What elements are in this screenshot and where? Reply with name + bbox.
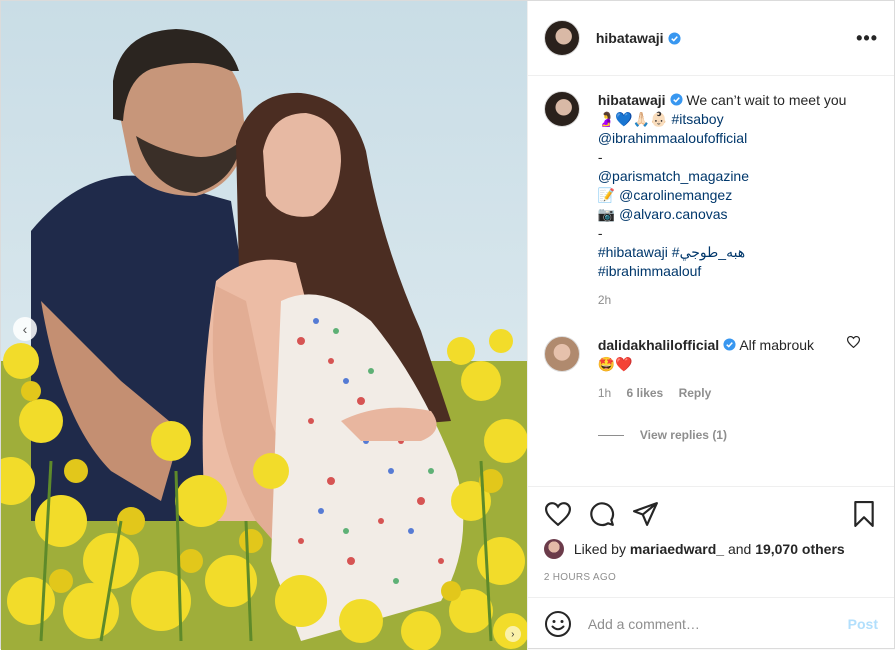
caption-username[interactable]: hibatawaji xyxy=(598,92,666,108)
comment-likes[interactable]: 6 likes xyxy=(627,386,664,400)
likes-and: and xyxy=(727,541,752,557)
chevron-right-icon: › xyxy=(511,628,515,640)
post-comment-button[interactable]: Post xyxy=(848,616,878,632)
bookmark-icon[interactable] xyxy=(850,500,878,528)
comment-meta: 1h 6 likes Reply xyxy=(598,384,858,403)
caption-divider: - xyxy=(597,225,603,241)
post-sidebar: hibatawaji ••• hibatawaji We can’t wait … xyxy=(526,1,894,650)
actions-area: Liked by mariaedward_ and 19,070 others … xyxy=(527,486,894,583)
add-comment-bar: Post xyxy=(527,597,894,650)
header-username[interactable]: hibatawaji xyxy=(596,30,664,46)
post-image[interactable]: ‹ › xyxy=(1,1,527,650)
post-header: hibatawaji ••• xyxy=(527,1,894,76)
caption-text: hibatawaji We can’t wait to meet you 🤰💙🙏… xyxy=(598,91,858,310)
memo-emoji: 📝 xyxy=(597,187,616,203)
carousel-prev-button[interactable]: ‹ xyxy=(13,317,37,341)
reply-button[interactable]: Reply xyxy=(679,386,712,400)
instagram-post: ‹ › hibatawaji ••• hibatawaji We can’t w… xyxy=(0,0,895,650)
share-paper-plane-icon[interactable] xyxy=(632,500,660,528)
comment-bubble-icon[interactable] xyxy=(588,500,616,528)
comment-time[interactable]: 1h xyxy=(598,386,611,400)
comment-like-heart-icon[interactable] xyxy=(846,335,861,351)
comment-text: dalidakhalilofficial Alf mabrouk 🤩❤️ 1h … xyxy=(598,336,858,403)
emoji-smiley-icon[interactable] xyxy=(544,610,572,638)
divider xyxy=(597,434,624,436)
likes-summary: Liked by mariaedward_ and 19,070 others xyxy=(543,539,878,559)
caption-divider: - xyxy=(597,149,603,165)
chevron-left-icon: ‹ xyxy=(22,321,28,337)
mention-link[interactable]: @carolinemangez xyxy=(619,187,732,203)
like-heart-icon[interactable] xyxy=(544,500,572,528)
avatar[interactable] xyxy=(543,91,580,127)
caption-time[interactable]: 2h xyxy=(598,293,611,307)
caption: hibatawaji We can’t wait to meet you 🤰💙🙏… xyxy=(543,91,878,310)
hashtag-link[interactable]: #hibatawaji xyxy=(598,244,668,260)
comments-section: hibatawaji We can’t wait to meet you 🤰💙🙏… xyxy=(543,91,878,481)
verified-badge-icon xyxy=(723,338,736,351)
mention-link[interactable]: @ibrahimmaaloufofficial xyxy=(598,129,858,148)
caption-meta: 2h xyxy=(598,291,858,310)
verified-badge-icon xyxy=(669,93,683,106)
mention-link[interactable]: @parismatch_magazine xyxy=(598,167,858,186)
view-replies-button[interactable]: View replies (1) xyxy=(597,428,878,442)
view-replies-label: View replies (1) xyxy=(639,428,727,442)
mention-link[interactable]: @alvaro.canovas xyxy=(619,206,727,222)
likes-others-count[interactable]: 19,070 others xyxy=(755,541,845,557)
comment-input[interactable] xyxy=(587,616,840,632)
photo-couple-in-rapeseed-field xyxy=(1,1,527,650)
liker-avatar[interactable] xyxy=(543,539,564,559)
verified-badge-icon xyxy=(667,31,681,45)
comment-username[interactable]: dalidakhalilofficial xyxy=(598,337,719,353)
avatar[interactable] xyxy=(543,20,580,56)
camera-emoji: 📷 xyxy=(597,206,616,222)
action-bar xyxy=(544,487,878,541)
hashtag-link[interactable]: #هبه_طوجي xyxy=(672,244,745,260)
avatar[interactable] xyxy=(543,336,580,372)
comment: dalidakhalilofficial Alf mabrouk 🤩❤️ 1h … xyxy=(543,335,878,403)
carousel-next-button[interactable]: › xyxy=(504,626,521,642)
caption-body: We can’t wait to meet you xyxy=(686,92,847,108)
post-timestamp[interactable]: 2 HOURS AGO xyxy=(544,572,878,583)
hashtag-link[interactable]: #ibrahimmaalouf xyxy=(598,262,858,281)
hashtag-link[interactable]: #itsaboy xyxy=(671,111,723,127)
likes-text: Liked by mariaedward_ and 19,070 others xyxy=(574,541,845,557)
caption-emojis: 🤰💙🙏🏻👶🏻 xyxy=(597,111,668,127)
comment-emojis: 🤩❤️ xyxy=(597,356,633,372)
likes-prefix: Liked by xyxy=(573,541,626,557)
comment-body: Alf mabrouk xyxy=(739,337,815,353)
more-options-icon[interactable]: ••• xyxy=(856,28,878,49)
liker-username[interactable]: mariaedward_ xyxy=(630,541,724,557)
